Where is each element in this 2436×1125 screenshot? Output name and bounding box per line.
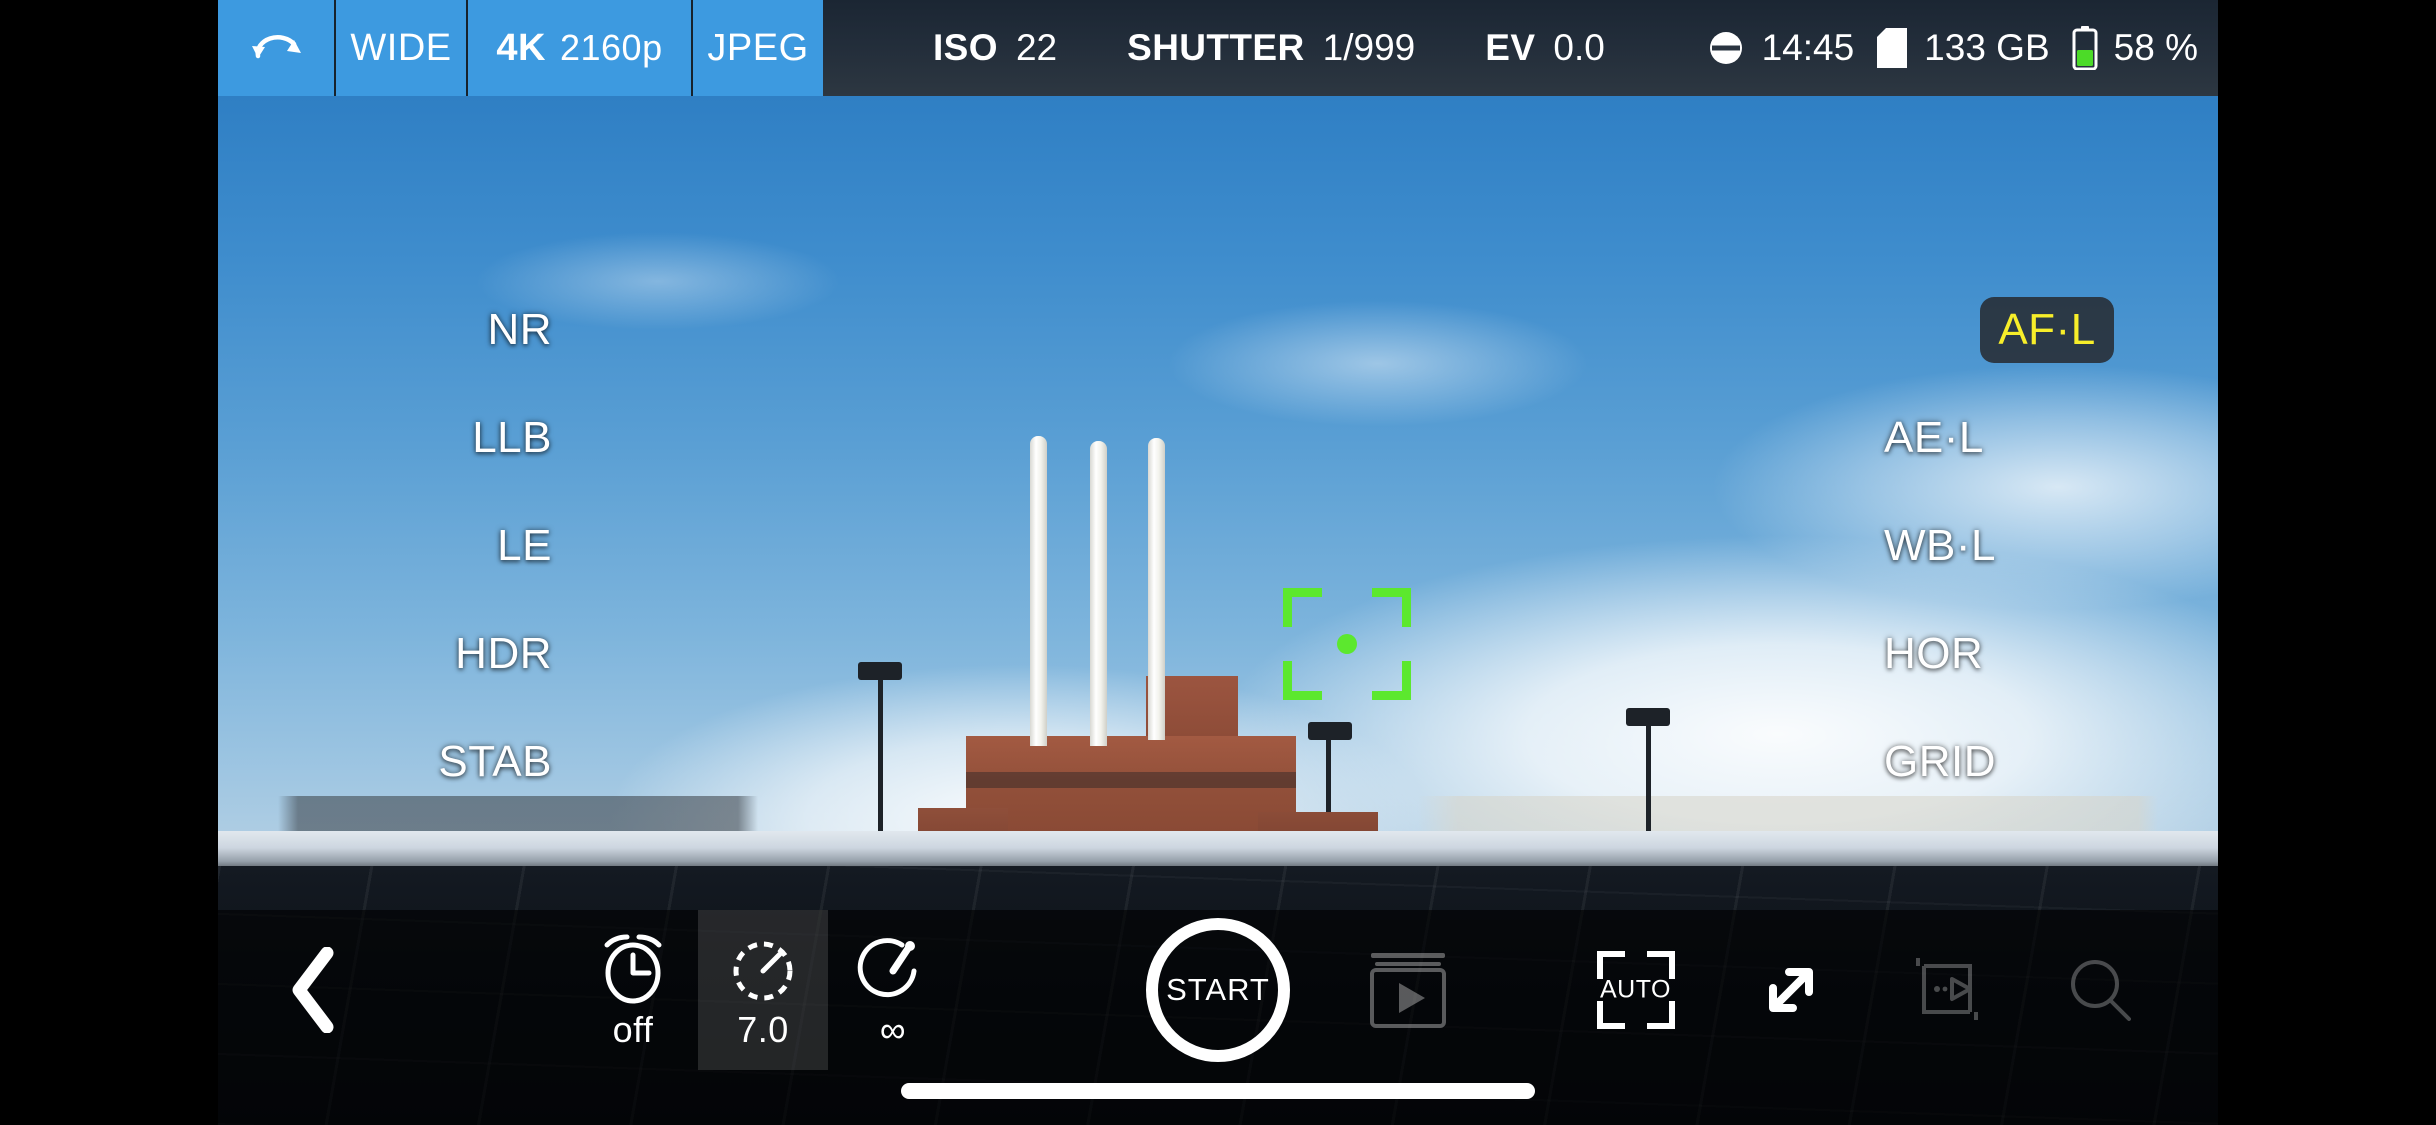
battery-value: 58 % bbox=[2113, 27, 2198, 68]
focus-box[interactable] bbox=[1283, 588, 1411, 700]
right-controls-group: AUTO bbox=[1558, 910, 2178, 1070]
rotate-camera-button[interactable] bbox=[218, 0, 336, 96]
exposure-readout[interactable]: ISO 22 SHUTTER 1/999 EV 0.0 bbox=[933, 0, 1605, 96]
lamp-head bbox=[858, 662, 902, 680]
vf-label-hdr[interactable]: HDR bbox=[447, 600, 560, 708]
self-timer-value: off bbox=[612, 1009, 654, 1050]
top-bar-content: WIDE 4K 2160p JPEG ISO 22 SHUTTER 1/999 … bbox=[218, 0, 2218, 96]
clock-icon bbox=[1709, 32, 1742, 64]
start-button[interactable]: START bbox=[1146, 918, 1290, 1062]
interval-timer-value: 7.0 bbox=[737, 1009, 789, 1050]
lamp-head bbox=[1626, 708, 1670, 726]
device-status-group: 14:45 133 GB 58 % bbox=[1706, 0, 2218, 96]
resolution-button[interactable]: 4K 2160p bbox=[468, 0, 693, 96]
resize-diagonal-icon bbox=[1768, 968, 1813, 1012]
shutter-value: 1/999 bbox=[1322, 27, 1416, 68]
focus-corner-top-left bbox=[1283, 588, 1322, 627]
timelapse-preview-icon bbox=[1915, 958, 1978, 1020]
vf-label-llb[interactable]: LLB bbox=[464, 384, 560, 492]
gallery-button[interactable] bbox=[1358, 940, 1458, 1040]
notch-left-pad bbox=[0, 0, 218, 96]
vf-label-stab[interactable]: STAB bbox=[430, 708, 560, 816]
right-setting-labels: AF·L AE·L WB·L HOR GRID bbox=[1858, 276, 2218, 816]
chimney bbox=[1090, 441, 1107, 746]
left-setting-labels: NR LLB LE HDR STAB bbox=[218, 276, 578, 816]
resolution-value: 2160p bbox=[559, 26, 663, 68]
sd-card-icon bbox=[1877, 28, 1908, 68]
bottom-left-pad bbox=[0, 910, 218, 1125]
lens-mode-label: WIDE bbox=[350, 26, 452, 69]
chimney bbox=[1030, 436, 1047, 746]
alarm-clock-icon bbox=[604, 934, 662, 1004]
focus-mode-label: AUTO bbox=[1600, 975, 1671, 1004]
building-window-band bbox=[966, 772, 1296, 788]
vf-label-hor[interactable]: HOR bbox=[1876, 600, 1991, 708]
bottom-toolbar-content: off 7.0 ∞ START AUTO bbox=[218, 910, 2218, 1125]
magnify-button[interactable] bbox=[2023, 910, 2178, 1070]
iso-value: 22 bbox=[1015, 27, 1058, 68]
iso-label: ISO bbox=[933, 27, 998, 68]
vf-label-af-lock[interactable]: AF·L bbox=[1980, 297, 2114, 363]
battery-icon bbox=[2072, 26, 2098, 70]
home-indicator[interactable] bbox=[901, 1083, 1535, 1099]
vf-label-grid[interactable]: GRID bbox=[1876, 708, 2004, 816]
self-timer-button[interactable]: off bbox=[568, 910, 698, 1070]
clock-status: 14:45 bbox=[1706, 27, 1855, 69]
vf-label-nr[interactable]: NR bbox=[479, 276, 560, 384]
magnifier-icon bbox=[2070, 960, 2131, 1021]
lamp-head bbox=[1308, 722, 1352, 740]
battery-status: 58 % bbox=[2072, 26, 2198, 70]
rotate-camera-icon bbox=[252, 35, 301, 59]
lens-mode-button[interactable]: WIDE bbox=[336, 0, 468, 96]
focus-corner-bottom-right bbox=[1372, 661, 1411, 700]
storage-value: 133 GB bbox=[1924, 27, 2050, 68]
timelapse-preview-button[interactable] bbox=[1868, 910, 2023, 1070]
shutter-label: SHUTTER bbox=[1127, 27, 1305, 68]
back-button[interactable] bbox=[258, 910, 368, 1070]
bottom-toolbar: off 7.0 ∞ START AUTO bbox=[0, 910, 2436, 1125]
top-status-bar: WIDE 4K 2160p JPEG ISO 22 SHUTTER 1/999 … bbox=[0, 0, 2436, 96]
file-format-label: JPEG bbox=[707, 26, 809, 69]
stopwatch-icon bbox=[857, 938, 917, 998]
duration-value: ∞ bbox=[879, 1009, 907, 1050]
resolution-label: 4K bbox=[496, 26, 546, 69]
interval-timer-icon bbox=[733, 941, 793, 1001]
fullscreen-toggle-button[interactable] bbox=[1713, 910, 1868, 1070]
clock-time: 14:45 bbox=[1761, 27, 1855, 68]
interval-timer-button[interactable]: 7.0 bbox=[698, 910, 828, 1070]
file-format-button[interactable]: JPEG bbox=[693, 0, 823, 96]
ev-value: 0.0 bbox=[1553, 27, 1605, 68]
focus-corner-top-right bbox=[1372, 588, 1411, 627]
gallery-play-icon bbox=[1370, 953, 1446, 1028]
focus-corner-bottom-left bbox=[1283, 661, 1322, 700]
focus-mode-button[interactable]: AUTO bbox=[1558, 910, 1713, 1070]
vf-label-wb-lock[interactable]: WB·L bbox=[1876, 492, 2004, 600]
vf-label-ae-lock[interactable]: AE·L bbox=[1876, 384, 1992, 492]
ev-label: EV bbox=[1485, 27, 1536, 68]
storage-status: 133 GB bbox=[1876, 27, 2050, 69]
vf-label-le[interactable]: LE bbox=[489, 492, 560, 600]
camera-app-screen: NR LLB LE HDR STAB AF·L AE·L WB·L HOR GR… bbox=[0, 0, 2436, 1125]
duration-button[interactable]: ∞ bbox=[828, 910, 958, 1070]
timer-controls-group: off 7.0 ∞ bbox=[568, 910, 958, 1070]
auto-focus-bracket-icon: AUTO bbox=[1596, 951, 1675, 1029]
focus-center-dot bbox=[1337, 634, 1357, 654]
back-chevron-icon bbox=[292, 947, 334, 1033]
chimney bbox=[1148, 438, 1165, 740]
notch-right-pad bbox=[2218, 0, 2436, 96]
bottom-right-pad bbox=[2218, 910, 2436, 1125]
